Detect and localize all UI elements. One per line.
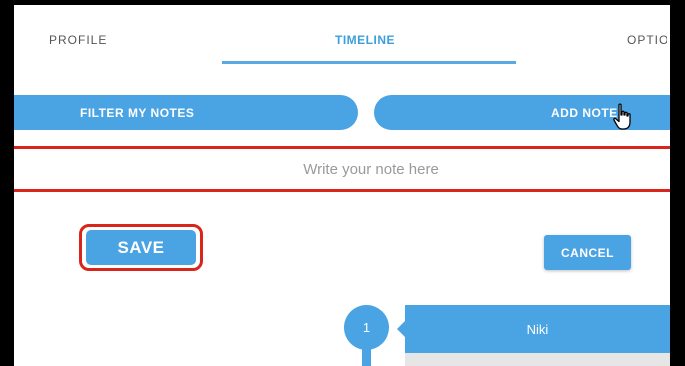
timeline-marker: 1 <box>344 305 389 350</box>
cancel-button[interactable]: CANCEL <box>544 235 631 270</box>
tab-profile[interactable]: PROFILE <box>49 33 107 47</box>
filter-my-notes-button[interactable]: FILTER MY NOTES <box>14 95 358 130</box>
tab-timeline[interactable]: TIMELINE <box>335 33 395 47</box>
app-frame: PROFILE TIMELINE OPTIO FILTER MY NOTES A… <box>0 0 685 366</box>
note-card-header[interactable]: Niki <box>405 305 670 353</box>
filter-my-notes-label: FILTER MY NOTES <box>80 105 195 120</box>
timeline-marker-number: 1 <box>362 320 371 335</box>
note-input-highlight <box>14 146 670 192</box>
add-note-label: ADD NOTE <box>551 105 618 120</box>
tab-options[interactable]: OPTIO <box>627 33 667 47</box>
note-card-body <box>405 353 670 366</box>
save-label: SAVE <box>117 237 165 257</box>
frame-border-left <box>0 0 14 366</box>
frame-border-right <box>670 0 685 366</box>
frame-border-top <box>0 0 685 5</box>
hand-pointer-icon <box>613 103 631 130</box>
note-card-author: Niki <box>526 321 549 337</box>
note-card-pointer <box>397 321 405 337</box>
note-input[interactable] <box>14 149 670 189</box>
save-button[interactable]: SAVE <box>86 230 196 265</box>
active-tab-indicator <box>222 61 516 64</box>
cancel-label: CANCEL <box>561 245 614 260</box>
